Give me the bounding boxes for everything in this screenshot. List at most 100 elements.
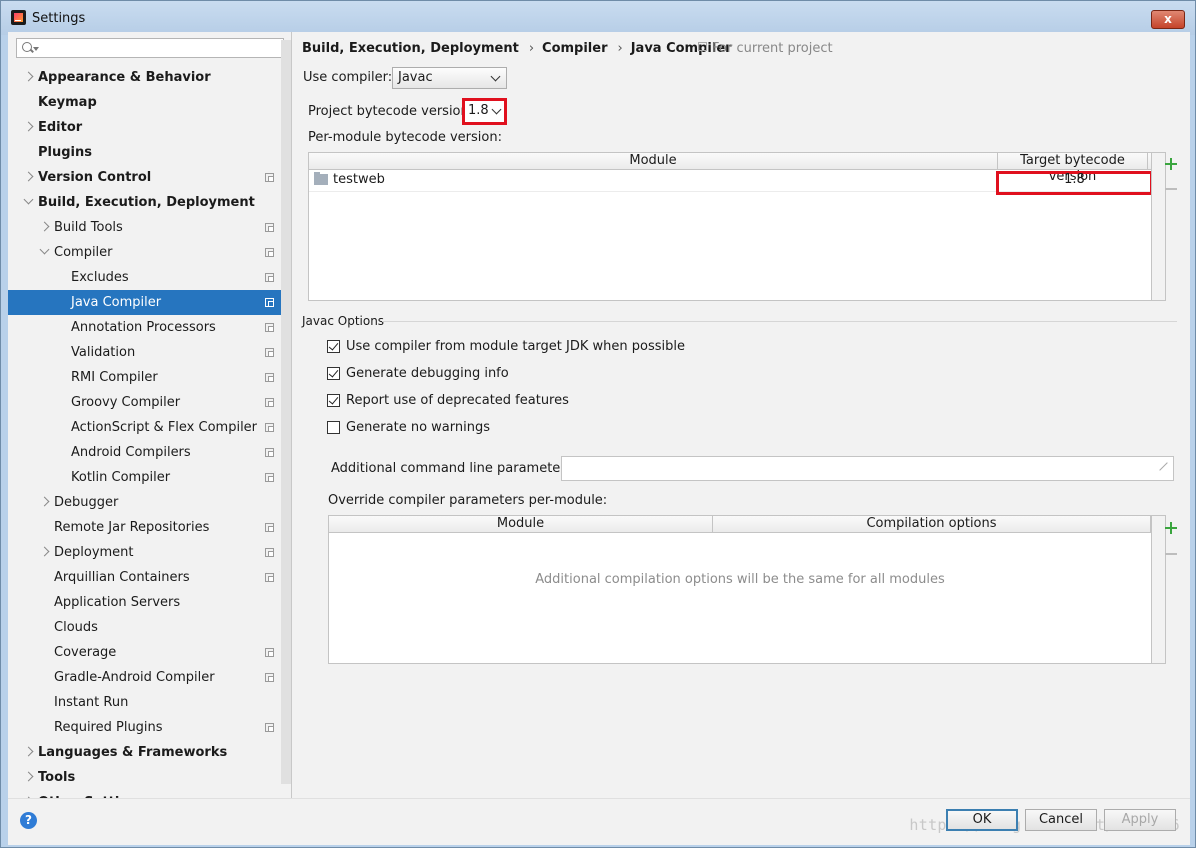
sidebar-item-validation[interactable]: Validation	[8, 340, 281, 365]
remove-override-icon[interactable]	[1161, 544, 1181, 564]
sidebar-item-gradle-android-compiler[interactable]: Gradle-Android Compiler	[8, 665, 281, 690]
close-button[interactable]: x	[1151, 10, 1185, 29]
option-label: Generate no warnings	[346, 420, 491, 435]
sidebar-scrollbar[interactable]	[281, 40, 291, 784]
breadcrumb-compiler[interactable]: Compiler	[542, 41, 607, 56]
sidebar-item-editor[interactable]: Editor	[8, 115, 281, 140]
sidebar-item-required-plugins[interactable]: Required Plugins	[8, 715, 281, 740]
sidebar-item-build-execution-deployment[interactable]: Build, Execution, Deployment	[8, 190, 281, 215]
sidebar-item-plugins[interactable]: Plugins	[8, 140, 281, 165]
sidebar-item-debugger[interactable]: Debugger	[8, 490, 281, 515]
module-folder-icon	[314, 172, 328, 185]
sidebar-item-label: Build, Execution, Deployment	[38, 195, 255, 210]
target-version-cell[interactable]: 1.8	[999, 172, 1150, 187]
sidebar-item-label: Excludes	[71, 270, 129, 285]
sidebar-item-languages-frameworks[interactable]: Languages & Frameworks	[8, 740, 281, 765]
sidebar-item-label: Languages & Frameworks	[38, 745, 228, 760]
cancel-button[interactable]: Cancel	[1025, 809, 1097, 831]
breadcrumb-separator: ›	[617, 41, 623, 56]
add-override-icon[interactable]	[1161, 518, 1181, 538]
use-compiler-label: Use compiler:	[303, 70, 393, 85]
project-scope-icon	[265, 423, 274, 432]
breadcrumb: Build, Execution, Deployment › Compiler › Ja…	[302, 41, 736, 56]
sidebar-item-compiler[interactable]: Compiler	[8, 240, 281, 265]
sidebar-item-rmi-compiler[interactable]: RMI Compiler	[8, 365, 281, 390]
chevron-right-icon[interactable]	[23, 771, 34, 782]
sidebar-item-remote-jar-repositories[interactable]: Remote Jar Repositories	[8, 515, 281, 540]
use-compiler-select[interactable]: Javac	[392, 67, 507, 89]
sidebar-item-label: Editor	[38, 120, 83, 135]
sidebar-item-label: Compiler	[54, 245, 113, 260]
breadcrumb-build-execution-deployment[interactable]: Build, Execution, Deployment	[302, 41, 519, 56]
sidebar-item-other-settings[interactable]: Other Settings	[8, 790, 281, 798]
sidebar-item-deployment[interactable]: Deployment	[8, 540, 281, 565]
sidebar-item-label: RMI Compiler	[71, 370, 158, 385]
sidebar-item-label: Coverage	[54, 645, 117, 660]
project-scope-icon	[265, 673, 274, 682]
sidebar-item-clouds[interactable]: Clouds	[8, 615, 281, 640]
add-module-icon[interactable]	[1161, 154, 1181, 174]
chevron-right-icon[interactable]	[23, 121, 34, 132]
chevron-right-icon[interactable]	[39, 496, 50, 507]
table-row[interactable]: testweb 1.8	[309, 170, 1153, 195]
sidebar-item-actionscript-flex-compiler[interactable]: ActionScript & Flex Compiler	[8, 415, 281, 440]
chevron-down-icon	[490, 71, 501, 82]
project-scope-icon	[265, 473, 274, 482]
additional-params-input[interactable]	[561, 456, 1174, 481]
column-header-module[interactable]: Module	[329, 516, 713, 532]
sidebar-item-label: Groovy Compiler	[71, 395, 181, 410]
option-checkbox[interactable]	[327, 421, 340, 434]
sidebar-item-arquillian-containers[interactable]: Arquillian Containers	[8, 565, 281, 590]
sidebar-item-label: Validation	[71, 345, 136, 360]
group-divider	[382, 321, 1177, 322]
chevron-right-icon[interactable]	[39, 546, 50, 557]
chevron-down-icon[interactable]	[39, 244, 50, 255]
option-checkbox[interactable]	[327, 367, 340, 380]
sidebar-item-groovy-compiler[interactable]: Groovy Compiler	[8, 390, 281, 415]
java-compiler-panel: Build, Execution, Deployment › Compiler › Ja…	[292, 32, 1190, 798]
bytecode-version-table: Module Target bytecode version testweb 1…	[308, 152, 1166, 301]
column-header-compilation-options[interactable]: Compilation options	[713, 516, 1151, 532]
sidebar-item-build-tools[interactable]: Build Tools	[8, 215, 281, 240]
project-bytecode-select[interactable]: 1.8	[465, 101, 504, 122]
sidebar-item-java-compiler[interactable]: Java Compiler	[8, 290, 281, 315]
settings-sidebar: Appearance & Behavior Keymap Editor Plugins…	[8, 32, 292, 798]
project-scope-icon	[265, 548, 274, 557]
project-scope-icon	[265, 723, 274, 732]
chevron-right-icon[interactable]	[23, 746, 34, 757]
project-scope-icon	[265, 523, 274, 532]
ok-button[interactable]: OK	[946, 809, 1018, 831]
option-checkbox[interactable]	[327, 394, 340, 407]
sidebar-item-label: Version Control	[38, 170, 152, 185]
project-scope-icon	[265, 398, 274, 407]
scope-indicator: For current project	[698, 41, 833, 56]
sidebar-item-keymap[interactable]: Keymap	[8, 90, 281, 115]
sidebar-item-appearance-behavior[interactable]: Appearance & Behavior	[8, 65, 281, 90]
sidebar-item-excludes[interactable]: Excludes	[8, 265, 281, 290]
apply-button[interactable]: Apply	[1104, 809, 1176, 831]
chevron-right-icon[interactable]	[23, 71, 34, 82]
sidebar-item-application-servers[interactable]: Application Servers	[8, 590, 281, 615]
project-bytecode-value: 1.8	[468, 103, 489, 118]
chevron-right-icon[interactable]	[23, 171, 34, 182]
sidebar-item-android-compilers[interactable]: Android Compilers	[8, 440, 281, 465]
chevron-down-icon[interactable]	[23, 194, 34, 205]
column-header-target-version[interactable]: Target bytecode version	[998, 153, 1148, 184]
sidebar-item-label: Instant Run	[54, 695, 129, 710]
expand-icon[interactable]	[1158, 462, 1167, 471]
column-header-module[interactable]: Module	[309, 153, 998, 169]
search-dropdown-icon[interactable]	[33, 47, 39, 51]
option-checkbox[interactable]	[327, 340, 340, 353]
sidebar-item-annotation-processors[interactable]: Annotation Processors	[8, 315, 281, 340]
project-scope-icon	[265, 323, 274, 332]
sidebar-item-instant-run[interactable]: Instant Run	[8, 690, 281, 715]
sidebar-item-coverage[interactable]: Coverage	[8, 640, 281, 665]
sidebar-item-version-control[interactable]: Version Control	[8, 165, 281, 190]
sidebar-item-label: Keymap	[38, 95, 97, 110]
remove-module-icon[interactable]	[1161, 179, 1181, 199]
sidebar-item-kotlin-compiler[interactable]: Kotlin Compiler	[8, 465, 281, 490]
sidebar-item-tools[interactable]: Tools	[8, 765, 281, 790]
help-icon[interactable]: ?	[20, 812, 37, 829]
chevron-right-icon[interactable]	[39, 221, 50, 232]
settings-search-input[interactable]	[16, 38, 284, 58]
